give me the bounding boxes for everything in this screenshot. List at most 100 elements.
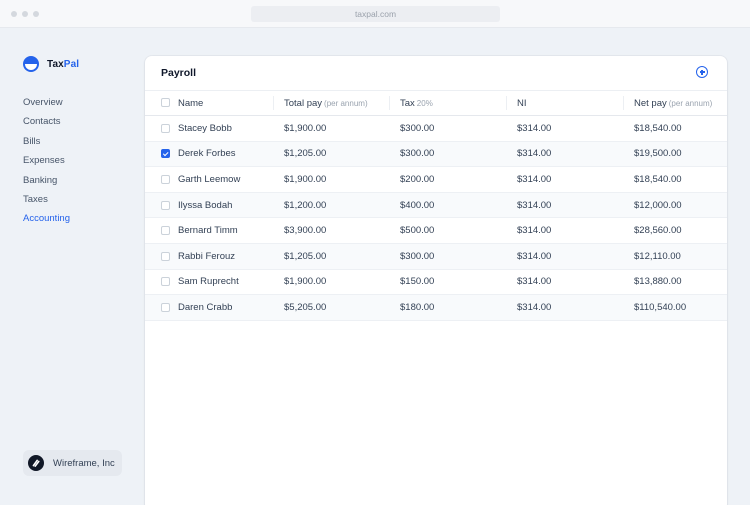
- row-checkbox[interactable]: [161, 200, 170, 210]
- plus-circle-icon[interactable]: [696, 66, 708, 78]
- payroll-table: Name Total pay (per annum) Tax 20% NI Net …: [145, 90, 727, 321]
- row-check-cell: [145, 295, 178, 321]
- table-row[interactable]: Stacey Bobb $1,900.00 $300.00 $314.00 $1…: [145, 116, 727, 142]
- sidebar-item-accounting[interactable]: Accounting: [23, 212, 70, 231]
- cell-name: Stacey Bobb: [178, 122, 232, 134]
- cell-tax: $150.00: [400, 276, 435, 288]
- cell-ni: $314.00: [517, 250, 552, 262]
- cell-name: Daren Crabb: [178, 301, 233, 313]
- browser-chrome: taxpal.com: [0, 0, 750, 28]
- cell-name: Garth Leemow: [178, 173, 241, 185]
- cell-total: $3,900.00: [284, 225, 327, 237]
- cell-name: Rabbi Ferouz: [178, 250, 236, 262]
- table-row[interactable]: Rabbi Ferouz $1,205.00 $300.00 $314.00 $…: [145, 243, 727, 270]
- cell-total: $1,205.00: [284, 148, 327, 160]
- cell-total: $1,200.00: [284, 199, 327, 211]
- column-header-tax[interactable]: Tax 20%: [389, 91, 517, 116]
- row-checkbox[interactable]: [161, 123, 170, 133]
- sidebar-item-bills[interactable]: Bills: [23, 135, 70, 154]
- brand-name: TaxPal: [47, 59, 79, 70]
- row-check-cell: [145, 167, 178, 193]
- sidebar-item-expenses[interactable]: Expenses: [23, 154, 70, 173]
- row-checkbox[interactable]: [161, 149, 170, 159]
- page-title: Payroll: [161, 67, 197, 79]
- row-checkbox[interactable]: [161, 302, 170, 312]
- table-row[interactable]: Daren Crabb $5,205.00 $180.00 $314.00 $1…: [145, 294, 727, 321]
- org-switcher[interactable]: Wireframe, Inc: [23, 450, 122, 476]
- window-dot-icon[interactable]: [22, 11, 28, 17]
- cell-total: $1,900.00: [284, 276, 327, 288]
- row-check-cell: [145, 218, 178, 244]
- cell-ni: $314.00: [517, 301, 552, 313]
- cell-net: $12,110.00: [634, 250, 681, 262]
- window-dot-icon[interactable]: [33, 11, 39, 17]
- cell-ni: $314.00: [517, 276, 552, 288]
- cell-tax: $300.00: [400, 148, 435, 160]
- select-all-cell: [145, 91, 178, 116]
- table-row[interactable]: Bernard Timm $3,900.00 $500.00 $314.00 $…: [145, 218, 727, 244]
- window-dot-icon[interactable]: [11, 11, 17, 17]
- column-header-ni[interactable]: NI: [506, 91, 634, 116]
- cell-ni: $314.00: [517, 225, 552, 237]
- column-header-name[interactable]: Name: [178, 91, 284, 116]
- cell-net: $19,500.00: [634, 148, 682, 160]
- cell-net: $13,880.00: [634, 276, 682, 288]
- cell-ni: $314.00: [517, 122, 552, 134]
- cell-net: $18,540.00: [634, 122, 682, 134]
- column-header-net[interactable]: Net pay (per annum): [623, 91, 727, 116]
- cell-name: Derek Forbes: [178, 148, 236, 160]
- address-bar[interactable]: taxpal.com: [251, 6, 500, 22]
- window-controls: [11, 11, 39, 17]
- row-check-cell: [145, 116, 178, 142]
- sidebar-item-contacts[interactable]: Contacts: [23, 115, 70, 134]
- table-row[interactable]: Sam Ruprecht $1,900.00 $150.00 $314.00 $…: [145, 269, 727, 295]
- cell-ni: $314.00: [517, 199, 552, 211]
- cell-tax: $180.00: [400, 301, 435, 313]
- cell-name: Sam Ruprecht: [178, 276, 239, 288]
- table-header-row: Name Total pay (per annum) Tax 20% NI Net …: [145, 90, 727, 116]
- cell-name: Bernard Timm: [178, 225, 238, 237]
- payroll-panel: Payroll Name Total pay (per annum) Tax 20%…: [145, 56, 727, 505]
- cell-net: $18,540.00: [634, 173, 682, 185]
- row-check-cell: [145, 141, 178, 167]
- slash-logo-icon: [28, 455, 44, 471]
- cell-tax: $300.00: [400, 250, 435, 262]
- brand[interactable]: TaxPal: [23, 56, 79, 72]
- cell-total: $1,900.00: [284, 122, 327, 134]
- row-checkbox[interactable]: [161, 174, 170, 184]
- select-all-checkbox[interactable]: [161, 98, 170, 108]
- column-header-total[interactable]: Total pay (per annum): [273, 91, 400, 116]
- column-header-tax-sub: 20%: [416, 98, 433, 108]
- column-header-total-label: Total pay: [284, 97, 323, 109]
- sidebar-item-taxes[interactable]: Taxes: [23, 193, 70, 212]
- cell-net: $110,540.00: [634, 301, 687, 313]
- cell-total: $1,900.00: [284, 173, 327, 185]
- cell-net: $28,560.00: [634, 225, 682, 237]
- sidebar-item-overview[interactable]: Overview: [23, 96, 70, 115]
- table-row[interactable]: Derek Forbes $1,205.00 $300.00 $314.00 $…: [145, 141, 727, 167]
- org-name: Wireframe, Inc: [53, 457, 115, 469]
- table-row[interactable]: Ilyssa Bodah $1,200.00 $400.00 $314.00 $…: [145, 192, 727, 218]
- column-header-net-label: Net pay: [634, 97, 667, 109]
- brand-name-part2: Pal: [63, 58, 80, 70]
- cell-total: $1,205.00: [284, 250, 327, 262]
- cell-name: Ilyssa Bodah: [178, 199, 233, 211]
- column-header-net-sub: (per annum): [668, 98, 713, 108]
- sidebar-item-banking[interactable]: Banking: [23, 174, 70, 193]
- column-header-total-sub: (per annum): [324, 98, 368, 108]
- row-checkbox[interactable]: [161, 277, 170, 287]
- column-header-name-label: Name: [178, 97, 204, 109]
- cell-tax: $200.00: [400, 173, 435, 185]
- brand-name-part1: Tax: [47, 58, 64, 70]
- row-check-cell: [145, 192, 178, 218]
- column-header-tax-label: Tax: [400, 97, 415, 109]
- cell-tax: $500.00: [400, 225, 435, 237]
- cell-ni: $314.00: [517, 173, 552, 185]
- row-checkbox[interactable]: [161, 251, 170, 261]
- taxpal-logo-icon: [23, 56, 39, 72]
- table-row[interactable]: Garth Leemow $1,900.00 $200.00 $314.00 $…: [145, 167, 727, 193]
- column-header-ni-label: NI: [517, 97, 527, 109]
- cell-total: $5,205.00: [284, 301, 327, 313]
- row-checkbox[interactable]: [161, 226, 170, 236]
- row-check-cell: [145, 269, 178, 295]
